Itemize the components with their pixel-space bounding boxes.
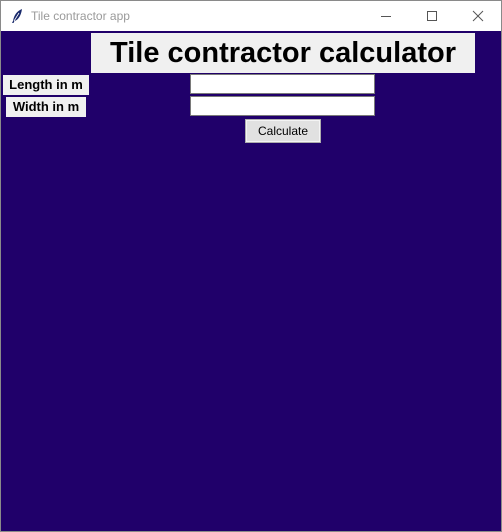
title-bar[interactable]: Tile contractor app (1, 1, 501, 31)
feather-icon (10, 8, 24, 24)
close-icon (472, 10, 484, 22)
width-label: Width in m (6, 97, 86, 117)
length-label: Length in m (3, 75, 89, 95)
app-window: Tile contractor app Tile contractor calc… (0, 0, 502, 532)
maximize-icon (427, 11, 437, 21)
minimize-icon (381, 16, 391, 17)
close-button[interactable] (455, 1, 501, 31)
app-client-area: Tile contractor calculator Length in m W… (1, 31, 501, 531)
length-input[interactable] (190, 74, 375, 94)
width-input[interactable] (190, 96, 375, 116)
minimize-button[interactable] (363, 1, 409, 31)
maximize-button[interactable] (409, 1, 455, 31)
calculate-button[interactable]: Calculate (245, 119, 321, 143)
window-title: Tile contractor app (31, 9, 130, 23)
page-title: Tile contractor calculator (91, 33, 475, 73)
